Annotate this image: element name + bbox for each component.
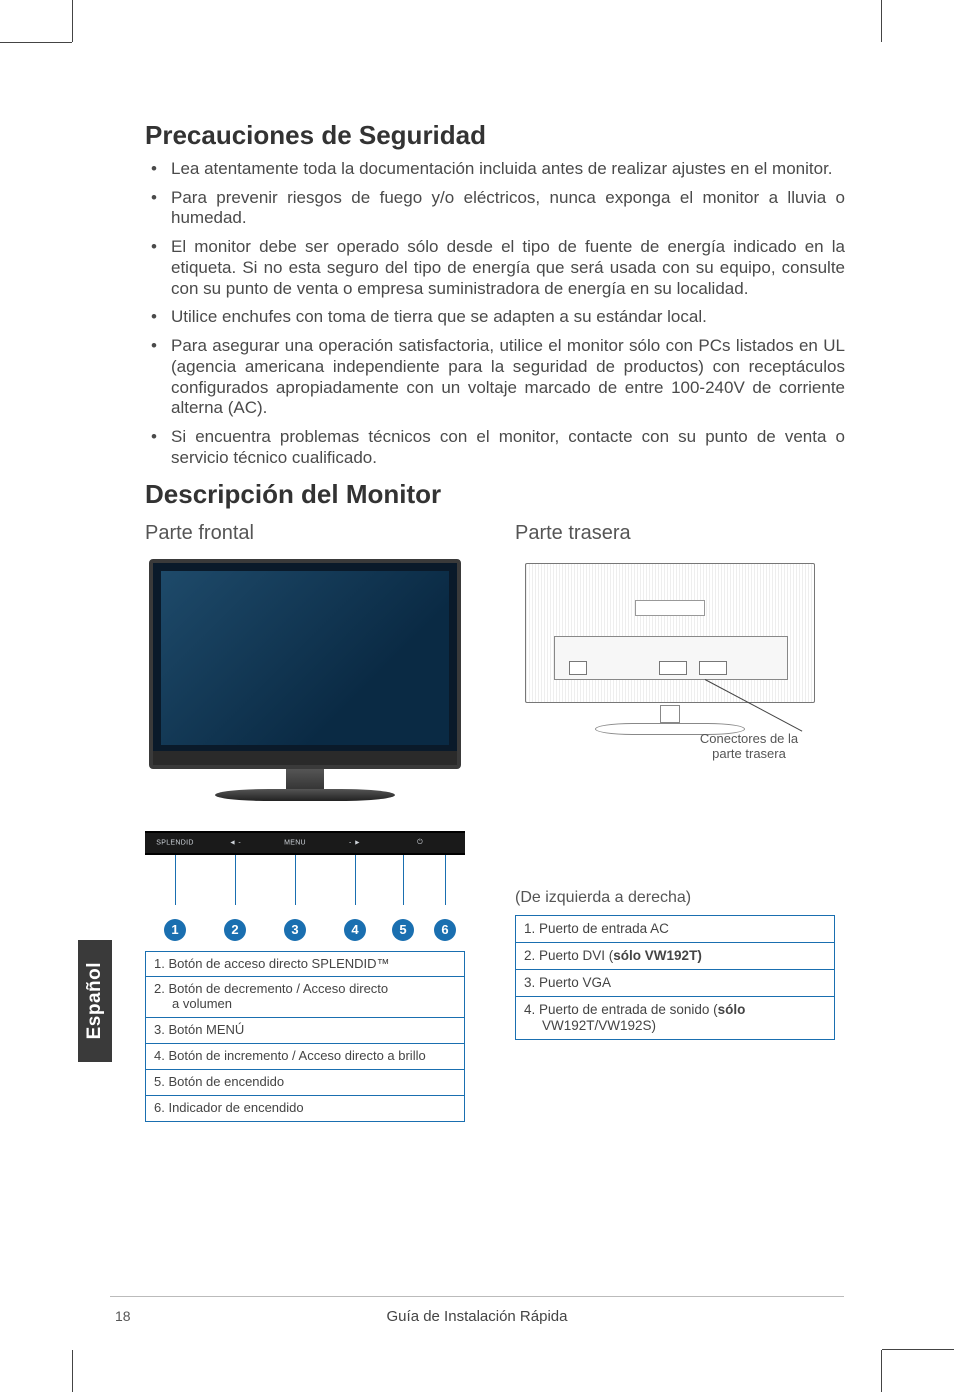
bullet-item: El monitor debe ser operado sólo desde e… bbox=[171, 237, 845, 299]
rear-subheading: Parte trasera bbox=[515, 522, 845, 545]
callout-4: 4 bbox=[344, 919, 366, 941]
legend-row: 6. Indicador de encendido bbox=[146, 1096, 464, 1121]
callout-number-row: 1 2 3 4 5 6 bbox=[145, 915, 465, 941]
legend-row: 5. Botón de encendido bbox=[146, 1070, 464, 1096]
monitor-rear-badge bbox=[635, 600, 705, 616]
legend-row: 3. Botón MENÚ bbox=[146, 1018, 464, 1044]
bullet-item: Utilice enchufes con toma de tierra que … bbox=[171, 307, 845, 328]
crop-mark bbox=[881, 0, 882, 42]
rear-stand-neck bbox=[660, 705, 680, 723]
crop-mark bbox=[881, 1350, 882, 1392]
legend-row: 1. Puerto de entrada AC bbox=[516, 916, 834, 943]
button-bar: SPLENDID ◄ - MENU - ► ⏻ bbox=[145, 831, 465, 855]
port-ac bbox=[569, 661, 587, 675]
callout-3: 3 bbox=[284, 919, 306, 941]
legend-row: 4. Botón de incremento / Acceso directo … bbox=[146, 1044, 464, 1070]
rear-connector-panel bbox=[554, 636, 788, 680]
callout-2: 2 bbox=[224, 919, 246, 941]
monitor-screen bbox=[161, 571, 449, 745]
monitor-front-figure bbox=[145, 559, 465, 801]
callout-1: 1 bbox=[164, 919, 186, 941]
monitor-rear-body bbox=[525, 563, 815, 703]
rear-callout-text: Conectores de la parte trasera bbox=[669, 731, 829, 762]
bullet-item: Para prevenir riesgos de fuego y/o eléct… bbox=[171, 188, 845, 229]
description-heading: Descripción del Monitor bbox=[145, 479, 845, 510]
safety-heading: Precauciones de Seguridad bbox=[145, 120, 845, 151]
front-subheading: Parte frontal bbox=[145, 522, 475, 545]
leader-lines bbox=[145, 855, 465, 915]
btn-label-increment: - ► bbox=[349, 839, 361, 846]
bullet-item: Si encuentra problemas técnicos con el m… bbox=[171, 427, 845, 468]
monitor-stand-base bbox=[215, 789, 395, 801]
callout-5: 5 bbox=[392, 919, 414, 941]
language-tab-label: Español bbox=[84, 962, 106, 1039]
footer-title: Guía de Instalación Rápida bbox=[0, 1308, 954, 1325]
safety-bullet-list: Lea atentamente toda la documentación in… bbox=[145, 159, 845, 469]
legend-row: 3. Puerto VGA bbox=[516, 970, 834, 997]
monitor-rear-figure: Conectores de la parte trasera bbox=[515, 559, 825, 739]
button-bar-figure: SPLENDID ◄ - MENU - ► ⏻ 1 2 3 4 bbox=[145, 831, 465, 941]
monitor-bezel bbox=[153, 751, 457, 765]
monitor-stand-neck bbox=[286, 769, 324, 791]
bullet-item: Para asegurar una operación satisfactori… bbox=[171, 336, 845, 419]
front-legend-table: 1. Botón de acceso directo SPLENDID™ 2. … bbox=[145, 951, 465, 1123]
rear-order-note: (De izquierda a derecha) bbox=[515, 889, 835, 907]
language-tab: Español bbox=[78, 940, 112, 1062]
btn-label-power-icon: ⏻ bbox=[417, 839, 423, 847]
btn-label-menu: MENU bbox=[284, 839, 306, 846]
rear-legend-table: 1. Puerto de entrada AC 2. Puerto DVI (s… bbox=[515, 915, 835, 1041]
port-vga bbox=[699, 661, 727, 675]
bullet-item: Lea atentamente toda la documentación in… bbox=[171, 159, 845, 180]
footer-rule bbox=[110, 1296, 844, 1297]
btn-label-splendid: SPLENDID bbox=[156, 839, 193, 846]
callout-6: 6 bbox=[434, 919, 456, 941]
crop-mark bbox=[72, 1350, 73, 1392]
legend-row: 2. Botón de decremento / Acceso directo … bbox=[146, 977, 464, 1018]
monitor-front bbox=[149, 559, 461, 769]
legend-row: 4. Puerto de entrada de sonido (sólo VW1… bbox=[516, 997, 834, 1039]
legend-row: 1. Botón de acceso directo SPLENDID™ bbox=[146, 952, 464, 978]
crop-mark bbox=[72, 0, 73, 42]
crop-mark bbox=[882, 1349, 954, 1350]
btn-label-decrement: ◄ - bbox=[229, 839, 241, 846]
port-dvi bbox=[659, 661, 687, 675]
legend-row: 2. Puerto DVI (sólo VW192T) bbox=[516, 943, 834, 970]
crop-mark bbox=[0, 42, 72, 43]
